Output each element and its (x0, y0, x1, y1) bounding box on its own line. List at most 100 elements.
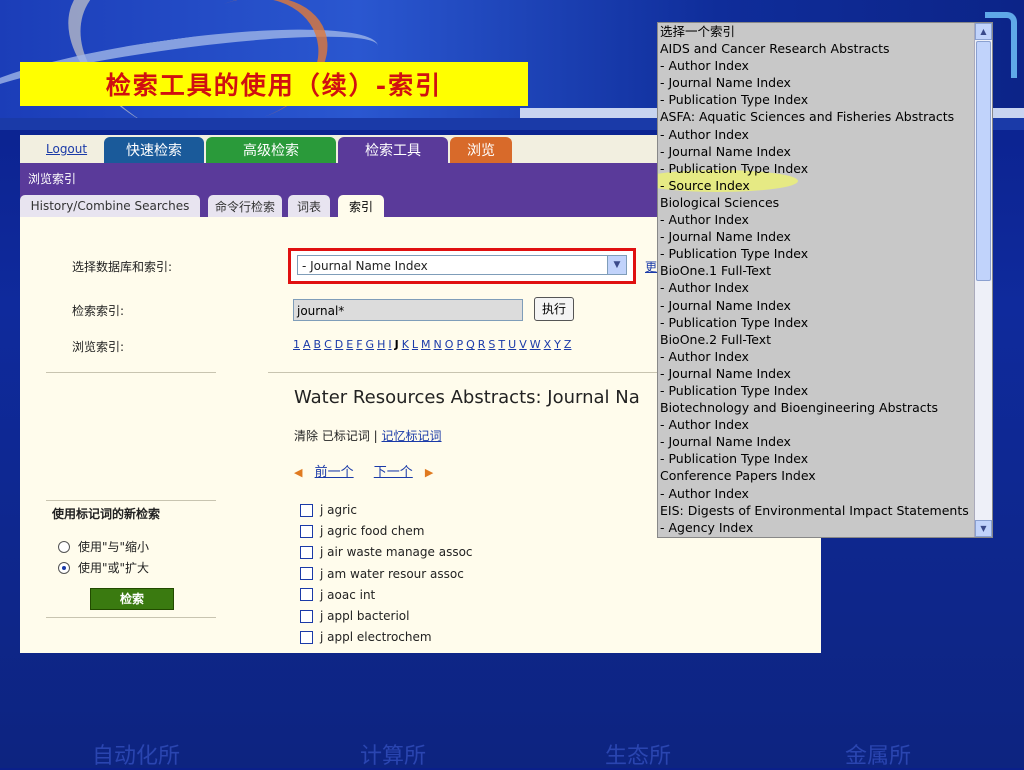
term-checkbox[interactable] (300, 630, 313, 644)
alphabet-letter[interactable]: 1 (293, 338, 300, 351)
dropdown-option[interactable]: - Publication Type Index (660, 245, 972, 262)
index-query-input[interactable]: journal* (293, 299, 523, 321)
alphabet-letter[interactable]: N (434, 338, 442, 351)
alphabet-letter[interactable]: X (544, 338, 552, 351)
prev-link[interactable]: 前一个 (315, 465, 354, 480)
footer-label: 计算所 (360, 744, 427, 769)
dropdown-option[interactable]: - Journal Name Index (660, 297, 972, 314)
subtab-command-line[interactable]: 命令行检索 (208, 195, 282, 217)
dropdown-option[interactable]: - Publication Type Index (660, 450, 972, 467)
term-row: j am water resour assoc (300, 567, 464, 581)
alphabet-letter[interactable]: U (508, 338, 516, 351)
dropdown-option[interactable]: - Publication Type Index (660, 91, 972, 108)
dropdown-option[interactable]: - Author Index (660, 279, 972, 296)
query-label: 检索索引: (72, 304, 125, 318)
subtab-index[interactable]: 索引 (338, 195, 384, 217)
alphabet-letter[interactable]: V (519, 338, 527, 351)
alphabet-letter[interactable]: K (402, 338, 409, 351)
subtab-thesaurus[interactable]: 词表 (288, 195, 330, 217)
scroll-thumb[interactable] (976, 41, 991, 281)
alphabet-letter[interactable]: A (303, 338, 311, 351)
subtab-history[interactable]: History/Combine Searches (20, 195, 200, 217)
alphabet-letter[interactable]: P (456, 338, 463, 351)
dropdown-option[interactable]: - Publication Type Index (660, 160, 972, 177)
dropdown-option[interactable]: Biological Sciences (660, 194, 972, 211)
tab-advanced-search[interactable]: 高级检索 (206, 137, 336, 163)
next-link[interactable]: 下一个 (374, 465, 413, 480)
dropdown-option[interactable]: - Journal Name Index (660, 143, 972, 160)
alphabet-letter[interactable]: W (530, 338, 541, 351)
chevron-down-icon[interactable]: ▼ (607, 256, 626, 274)
alphabet-letter[interactable]: Q (466, 338, 475, 351)
dropdown-option[interactable]: - Journal Name Index (660, 74, 972, 91)
term-checkbox[interactable] (300, 545, 313, 559)
alphabet-letter[interactable]: T (498, 338, 505, 351)
dropdown-option[interactable]: 选择一个索引 (660, 23, 972, 40)
alphabet-letter[interactable]: S (488, 338, 495, 351)
term-checkbox[interactable] (300, 609, 313, 623)
tab-browse[interactable]: 浏览 (450, 137, 512, 163)
tab-quick-search[interactable]: 快速检索 (104, 137, 204, 163)
alphabet-letter[interactable]: R (478, 338, 486, 351)
dropdown-option[interactable]: BioOne.2 Full-Text (660, 331, 972, 348)
prev-arrow-icon[interactable]: ◀ (294, 466, 302, 479)
dropdown-option[interactable]: AIDS and Cancer Research Abstracts (660, 40, 972, 57)
radio-button-selected[interactable] (58, 561, 70, 574)
search-button[interactable]: 检索 (90, 588, 174, 610)
dropdown-option[interactable]: - Source Index (660, 177, 972, 194)
index-dropdown-list[interactable]: 选择一个索引 AIDS and Cancer Research Abstracts… (657, 22, 993, 538)
alphabet-letter[interactable]: Z (564, 338, 572, 351)
alphabet-letter[interactable]: O (445, 338, 454, 351)
slide-title-box: 检索工具的使用（续）-索引 (20, 62, 528, 106)
alphabet-letter[interactable]: H (377, 338, 385, 351)
radio-and[interactable]: 使用"与"缩小 (58, 538, 149, 555)
dropdown-option[interactable]: - Author Index (660, 211, 972, 228)
dropdown-option[interactable]: - Author Index (660, 485, 972, 502)
alphabet-letter[interactable]: M (421, 338, 431, 351)
more-link[interactable]: 更 (645, 258, 657, 275)
scroll-up-icon[interactable]: ▲ (975, 23, 992, 40)
alphabet-letter[interactable]: I (388, 338, 391, 351)
dropdown-option[interactable]: - Author Index (660, 57, 972, 74)
radio-button[interactable] (58, 540, 70, 553)
alphabet-letter[interactable]: Y (554, 338, 561, 351)
alphabet-letter[interactable]: E (346, 338, 353, 351)
logout-link[interactable]: Logout (46, 142, 87, 156)
next-arrow-icon[interactable]: ▶ (425, 466, 433, 479)
dropdown-option[interactable]: - Author Index (660, 348, 972, 365)
dropdown-option[interactable]: - Journal Name Index (660, 365, 972, 382)
scrollbar[interactable]: ▲ ▼ (974, 23, 992, 537)
alphabet-letter[interactable]: L (412, 338, 418, 351)
term-label: j aoac int (320, 587, 376, 602)
remember-marked-link[interactable]: 记忆标记词 (382, 429, 442, 443)
alphabet-letter[interactable]: F (356, 338, 362, 351)
alphabet-letter[interactable]: G (366, 338, 375, 351)
execute-button[interactable]: 执行 (534, 297, 574, 321)
index-select[interactable]: - Journal Name Index ▼ (297, 255, 627, 275)
term-checkbox[interactable] (300, 503, 313, 517)
term-checkbox[interactable] (300, 524, 313, 538)
clear-marked-label[interactable]: 清除 已标记词 | (294, 429, 378, 443)
dropdown-option[interactable]: - Publication Type Index (660, 314, 972, 331)
dropdown-option[interactable]: - Author Index (660, 126, 972, 143)
tab-search-tools[interactable]: 检索工具 (338, 137, 448, 163)
dropdown-option[interactable]: - Agency Index (660, 519, 972, 536)
dropdown-options: 选择一个索引 AIDS and Cancer Research Abstracts… (658, 23, 972, 536)
dropdown-option[interactable]: ASFA: Aquatic Sciences and Fisheries Abs… (660, 108, 972, 125)
term-checkbox[interactable] (300, 567, 313, 581)
dropdown-option[interactable]: - Journal Name Index (660, 228, 972, 245)
dropdown-option[interactable]: Biotechnology and Bioengineering Abstrac… (660, 399, 972, 416)
dropdown-option[interactable]: - Publication Type Index (660, 382, 972, 399)
dropdown-option[interactable]: BioOne.1 Full-Text (660, 262, 972, 279)
alphabet-letter[interactable]: C (324, 338, 332, 351)
dropdown-option[interactable]: EIS: Digests of Environmental Impact Sta… (660, 502, 972, 519)
dropdown-option[interactable]: - Author Index (660, 416, 972, 433)
term-checkbox[interactable] (300, 588, 313, 602)
dropdown-option[interactable]: Conference Papers Index (660, 467, 972, 484)
radio-or[interactable]: 使用"或"扩大 (58, 559, 149, 576)
dropdown-option[interactable]: - Journal Name Index (660, 433, 972, 450)
scroll-down-icon[interactable]: ▼ (975, 520, 992, 537)
term-row: j appl bacteriol (300, 609, 409, 623)
alphabet-letter[interactable]: B (314, 338, 322, 351)
alphabet-letter[interactable]: D (335, 338, 343, 351)
